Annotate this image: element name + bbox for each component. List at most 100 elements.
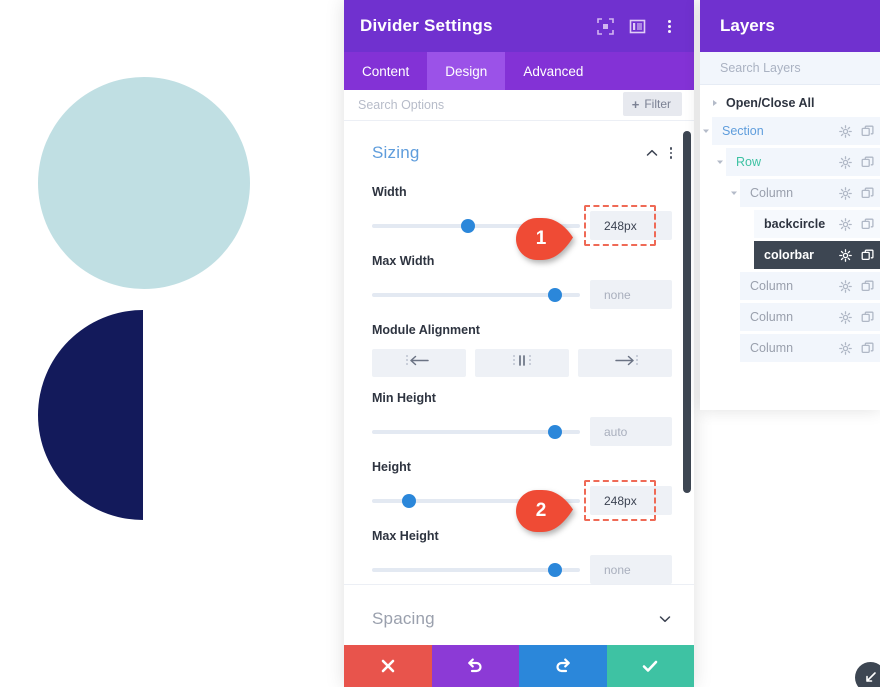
- layer-row[interactable]: colorbar: [742, 241, 880, 269]
- chevron-down-icon[interactable]: [658, 612, 672, 626]
- chevron-up-icon[interactable]: [645, 146, 659, 160]
- layer-row[interactable]: Column: [728, 303, 880, 331]
- redo-icon: [554, 657, 572, 675]
- value-input-max-width[interactable]: none: [590, 280, 672, 309]
- duplicate-icon[interactable]: [861, 218, 874, 231]
- layer-row-icons: [839, 341, 874, 355]
- slider-max-height[interactable]: [372, 561, 580, 579]
- field-control-row: 248px: [372, 480, 672, 521]
- tab-advanced[interactable]: Advanced: [505, 52, 601, 90]
- resize-handle[interactable]: [855, 662, 880, 687]
- duplicate-icon[interactable]: [861, 311, 874, 324]
- align-center-button[interactable]: [475, 349, 569, 377]
- slider-knob[interactable]: [548, 287, 563, 302]
- backcircle-shape[interactable]: [38, 77, 250, 289]
- layers-panel: Layers Search Layers Open/Close All Sect…: [700, 0, 880, 410]
- duplicate-icon[interactable]: [861, 249, 874, 262]
- slider-knob[interactable]: [460, 218, 475, 233]
- sizing-section-header[interactable]: Sizing: [344, 121, 694, 171]
- slider-width[interactable]: [372, 217, 580, 235]
- align-right-button[interactable]: [578, 349, 672, 377]
- focus-icon[interactable]: [596, 17, 614, 35]
- caret-down-icon[interactable]: [700, 127, 712, 135]
- cancel-button[interactable]: [344, 645, 432, 687]
- caret-down-icon[interactable]: [714, 158, 726, 166]
- layer-chip[interactable]: Column: [740, 303, 880, 331]
- duplicate-icon[interactable]: [861, 187, 874, 200]
- tab-design[interactable]: Design: [427, 52, 506, 90]
- kebab-menu-icon[interactable]: [660, 17, 678, 35]
- slider-knob[interactable]: [548, 424, 563, 439]
- caret-down-icon[interactable]: [728, 189, 740, 197]
- search-options-placeholder[interactable]: Search Options: [358, 98, 444, 112]
- tab-label: Advanced: [523, 63, 584, 79]
- save-button[interactable]: [606, 645, 694, 687]
- duplicate-icon[interactable]: [861, 280, 874, 293]
- field-control-row: auto: [372, 417, 672, 446]
- tab-label: Design: [445, 63, 488, 79]
- gear-icon[interactable]: [839, 279, 852, 293]
- layer-row[interactable]: Section: [700, 117, 880, 145]
- slider-knob[interactable]: [548, 562, 563, 577]
- modal-tabs: Content Design Advanced: [344, 52, 694, 90]
- layer-name: Column: [750, 186, 794, 200]
- gear-icon[interactable]: [839, 341, 852, 355]
- filter-button[interactable]: + Filter: [622, 92, 682, 116]
- value-input-max-height[interactable]: none: [590, 555, 672, 584]
- value-input-height[interactable]: 248px: [584, 480, 672, 521]
- section-spacing[interactable]: Spacing: [344, 584, 694, 645]
- colorbar-shape[interactable]: [38, 310, 143, 520]
- value-text: none: [604, 562, 631, 577]
- duplicate-icon[interactable]: [861, 342, 874, 355]
- gear-icon[interactable]: [839, 248, 852, 262]
- layer-name: Column: [750, 310, 794, 324]
- field-height: Height 248px: [344, 460, 694, 521]
- tab-content[interactable]: Content: [344, 52, 427, 90]
- gear-icon[interactable]: [839, 155, 852, 169]
- align-center-icon: [509, 354, 535, 372]
- gear-icon[interactable]: [839, 310, 852, 324]
- layer-chip[interactable]: Row: [726, 148, 880, 176]
- slider-min-height[interactable]: [372, 423, 580, 441]
- layer-row[interactable]: Row: [714, 148, 880, 176]
- open-close-all-row[interactable]: Open/Close All: [700, 89, 880, 117]
- gear-icon[interactable]: [839, 186, 852, 200]
- layer-row-icons: [839, 124, 874, 138]
- slider-rail: [372, 223, 580, 228]
- field-max-width: Max Width none: [344, 254, 694, 309]
- panel-layout-icon[interactable]: [628, 17, 646, 35]
- layers-header: Layers: [700, 0, 880, 52]
- layer-chip[interactable]: Column: [740, 334, 880, 362]
- layer-row[interactable]: Column: [728, 179, 880, 207]
- slider-height[interactable]: [372, 492, 580, 510]
- gear-icon[interactable]: [839, 124, 852, 138]
- field-label: Max Width: [372, 254, 435, 268]
- scrollbar-thumb[interactable]: [683, 131, 691, 493]
- layer-row[interactable]: Column: [728, 272, 880, 300]
- value-text: none: [604, 287, 631, 302]
- field-label: Min Height: [372, 391, 436, 405]
- undo-button[interactable]: [431, 645, 519, 687]
- open-close-all-label: Open/Close All: [726, 96, 815, 110]
- field-control-row: none: [372, 280, 672, 309]
- layer-chip[interactable]: Section: [712, 117, 880, 145]
- slider-max-width[interactable]: [372, 286, 580, 304]
- redo-button[interactable]: [519, 645, 607, 687]
- field-control-row: none: [372, 555, 672, 584]
- layer-chip[interactable]: Column: [740, 179, 880, 207]
- slider-knob[interactable]: [402, 493, 417, 508]
- value-input-width[interactable]: 248px: [584, 205, 672, 246]
- layers-search-bar[interactable]: Search Layers: [700, 52, 880, 85]
- value-input-min-height[interactable]: auto: [590, 417, 672, 446]
- duplicate-icon[interactable]: [861, 125, 874, 138]
- duplicate-icon[interactable]: [861, 156, 874, 169]
- sizing-kebab-icon[interactable]: [669, 147, 672, 159]
- layer-chip[interactable]: Column: [740, 272, 880, 300]
- layer-chip[interactable]: backcircle: [754, 210, 880, 238]
- layer-row[interactable]: backcircle: [742, 210, 880, 238]
- gear-icon[interactable]: [839, 217, 852, 231]
- layer-name: Section: [722, 124, 764, 138]
- layer-row[interactable]: Column: [728, 334, 880, 362]
- layer-chip[interactable]: colorbar: [754, 241, 880, 269]
- align-left-button[interactable]: [372, 349, 466, 377]
